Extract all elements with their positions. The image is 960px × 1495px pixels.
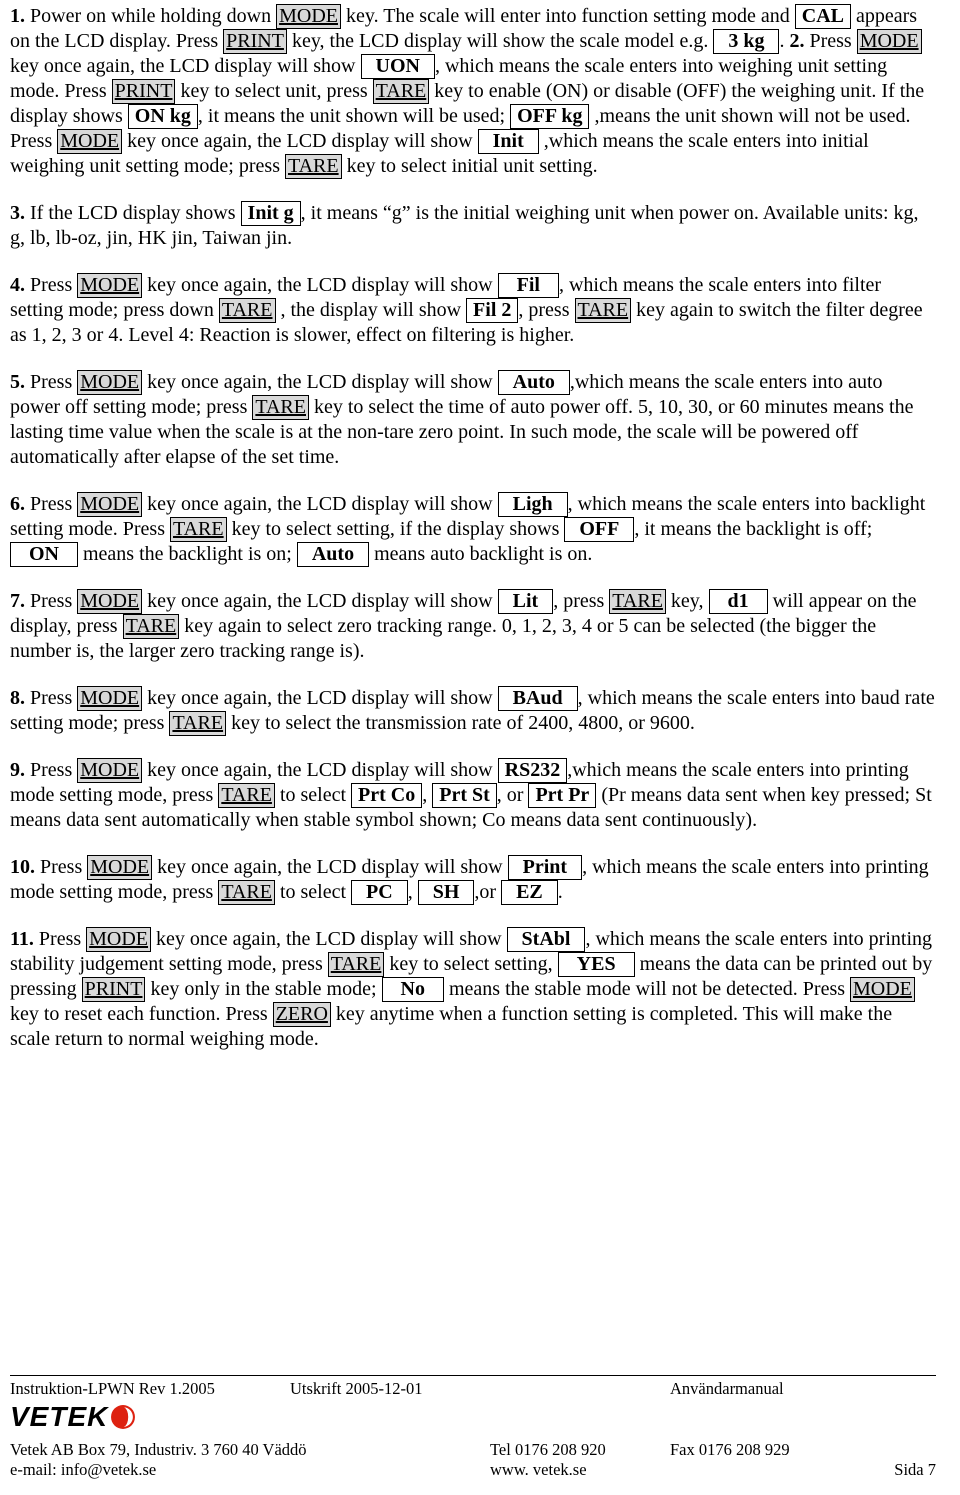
step-11: 11. Press MODE key once again, the LCD d… [10, 927, 936, 1052]
page-footer: Instruktion-LPWN Rev 1.2005 Utskrift 200… [10, 1375, 936, 1481]
lcd-off-kg: OFF kg [510, 104, 589, 129]
print-key: PRINT [82, 977, 146, 1002]
step-num-1: 1. [10, 5, 25, 27]
vetek-logo-icon [110, 1404, 136, 1430]
lcd-ligh: Ligh [498, 492, 568, 517]
vetek-logo: VETEK [10, 1402, 936, 1432]
tare-key: TARE [169, 711, 226, 736]
print-key: PRINT [223, 29, 287, 54]
mode-key: MODE [77, 758, 142, 783]
document-page: 1. Power on while holding down MODE key.… [0, 0, 960, 1495]
lcd-prtco: Prt Co [351, 783, 422, 808]
step-num-6: 6. [10, 493, 25, 515]
step-num-10: 10. [10, 856, 35, 878]
lcd-off: OFF [564, 517, 634, 542]
lcd-sh: SH [418, 880, 475, 905]
lcd-3kg: 3 kg [713, 29, 779, 54]
mode-key: MODE [850, 977, 915, 1002]
footer-doc-id: Instruktion-LPWN Rev 1.2005 [10, 1379, 290, 1400]
mode-key: MODE [77, 589, 142, 614]
tare-key: TARE [218, 783, 275, 808]
footer-web: www. vetek.se [490, 1460, 670, 1481]
lcd-fil: Fil [498, 273, 559, 298]
mode-key: MODE [857, 29, 922, 54]
step-6: 6. Press MODE key once again, the LCD di… [10, 492, 936, 567]
lcd-prtst: Prt St [432, 783, 497, 808]
lcd-yes: YES [558, 952, 635, 977]
lcd-prtpr: Prt Pr [528, 783, 596, 808]
tare-key: TARE [575, 298, 632, 323]
zero-key: ZERO [273, 1002, 331, 1027]
step-4: 4. Press MODE key once again, the LCD di… [10, 273, 936, 348]
tare-key: TARE [123, 614, 180, 639]
step-num-7: 7. [10, 590, 25, 612]
lcd-on-kg: ON kg [128, 104, 198, 129]
tare-key: TARE [170, 517, 227, 542]
lcd-baud: BAud [498, 686, 578, 711]
tare-key: TARE [373, 79, 430, 104]
step-9: 9. Press MODE key once again, the LCD di… [10, 758, 936, 833]
step-num-2: 2. [789, 30, 804, 52]
tare-key: TARE [609, 589, 666, 614]
footer-email: e-mail: info@vetek.se [10, 1460, 490, 1481]
lcd-init: Init [478, 129, 539, 154]
footer-manual-label: Användarmanual [590, 1379, 936, 1400]
lcd-auto-bl: Auto [297, 542, 369, 567]
lcd-pc: PC [351, 880, 408, 905]
step-num-9: 9. [10, 759, 25, 781]
step-num-5: 5. [10, 371, 25, 393]
mode-key: MODE [86, 927, 151, 952]
step-5: 5. Press MODE key once again, the LCD di… [10, 370, 936, 470]
step-num-3: 3. [10, 202, 25, 224]
footer-address: Vetek AB Box 79, Industriv. 3 760 40 Väd… [10, 1440, 490, 1461]
step-7: 7. Press MODE key once again, the LCD di… [10, 589, 936, 664]
footer-tel: Tel 0176 208 920 [490, 1440, 670, 1461]
mode-key: MODE [276, 4, 341, 29]
lcd-rs232: RS232 [498, 758, 568, 783]
step-num-4: 4. [10, 274, 25, 296]
footer-divider [10, 1375, 936, 1376]
mode-key: MODE [87, 855, 152, 880]
footer-page-number: Sida 7 [670, 1460, 936, 1481]
mode-key: MODE [77, 370, 142, 395]
tare-key: TARE [328, 952, 385, 977]
mode-key: MODE [77, 686, 142, 711]
tare-key: TARE [219, 298, 276, 323]
lcd-d1: d1 [709, 589, 768, 614]
step-num-11: 11. [10, 928, 34, 950]
lcd-no: No [382, 977, 444, 1002]
lcd-cal: CAL [795, 4, 851, 29]
lcd-fil2: Fil 2 [466, 298, 518, 323]
tare-key: TARE [218, 880, 275, 905]
lcd-uon: UON [361, 54, 435, 79]
lcd-lit: Lit [498, 589, 554, 614]
lcd-stabl: StAbl [507, 927, 586, 952]
tare-key: TARE [285, 154, 342, 179]
tare-key: TARE [252, 395, 309, 420]
footer-fax: Fax 0176 208 929 [670, 1440, 936, 1461]
mode-key: MODE [77, 273, 142, 298]
mode-key: MODE [57, 129, 122, 154]
vetek-logo-text: VETEK [10, 1399, 108, 1434]
step-1-2: 1. Power on while holding down MODE key.… [10, 4, 936, 179]
step-num-8: 8. [10, 687, 25, 709]
lcd-init-g: Init g [241, 201, 301, 226]
footer-print-date: Utskrift 2005-12-01 [290, 1379, 590, 1400]
lcd-print: Print [508, 855, 582, 880]
lcd-ez: EZ [501, 880, 558, 905]
step-3: 3. If the LCD display shows Init g, it m… [10, 201, 936, 251]
lcd-on: ON [10, 542, 78, 567]
mode-key: MODE [77, 492, 142, 517]
step-8: 8. Press MODE key once again, the LCD di… [10, 686, 936, 736]
lcd-auto: Auto [498, 370, 570, 395]
step-10: 10. Press MODE key once again, the LCD d… [10, 855, 936, 905]
print-key: PRINT [112, 79, 176, 104]
